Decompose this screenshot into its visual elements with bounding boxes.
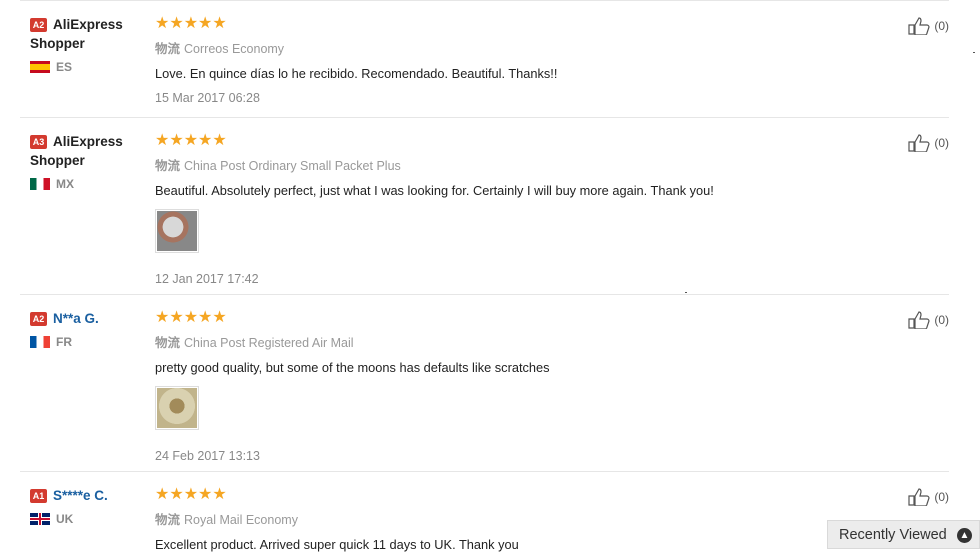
reviewer-info: A1 S****e C. UK bbox=[30, 486, 145, 526]
review-text: pretty good quality, but some of the moo… bbox=[155, 360, 550, 375]
reviewer-info: A2 AliExpress Shopper ES bbox=[30, 15, 145, 74]
shipping-label: 物流 bbox=[155, 42, 181, 56]
review-text: Excellent product. Arrived super quick 1… bbox=[155, 537, 519, 552]
shipping-label: 物流 bbox=[155, 159, 181, 173]
like-count: (0) bbox=[934, 136, 949, 150]
star-rating: ★★★★★ bbox=[155, 15, 227, 32]
artifact-dot bbox=[685, 292, 687, 293]
reviewer-country: MX bbox=[30, 177, 145, 191]
country-code: MX bbox=[56, 177, 74, 191]
like-button[interactable]: (0) bbox=[908, 311, 949, 329]
recently-viewed-panel[interactable]: Recently Viewed ▲ bbox=[827, 520, 980, 549]
shipping-method: 物流 China Post Registered Air Mail bbox=[155, 332, 855, 351]
review-text: Love. En quince días lo he recibido. Rec… bbox=[155, 66, 558, 81]
review-item: A2 AliExpress Shopper ES ★★★★★ 物流 Correos … bbox=[20, 0, 949, 118]
review-text: Beautiful. Absolutely perfect, just what… bbox=[155, 183, 714, 198]
country-code: UK bbox=[56, 512, 74, 526]
shipping-value: China Post Registered Air Mail bbox=[184, 336, 354, 350]
like-count: (0) bbox=[934, 19, 949, 33]
mexico-flag-icon bbox=[30, 178, 50, 190]
star-rating: ★★★★★ bbox=[155, 309, 227, 326]
thumbs-up-icon bbox=[908, 134, 930, 152]
reviewer-name-text: S****e C. bbox=[53, 488, 108, 503]
level-badge: A3 bbox=[30, 135, 47, 149]
review-photo-image bbox=[157, 388, 197, 428]
reviewer-info: A2 N**a G. FR bbox=[30, 309, 145, 349]
level-badge: A1 bbox=[30, 489, 47, 503]
shipping-method: 物流 Correos Economy bbox=[155, 38, 855, 57]
uk-flag-icon bbox=[30, 513, 50, 525]
thumbs-up-icon bbox=[908, 311, 930, 329]
shipping-method: 物流 Royal Mail Economy bbox=[155, 509, 855, 528]
recently-viewed-label: Recently Viewed bbox=[839, 526, 947, 543]
reviewer-name: A3 AliExpress Shopper bbox=[30, 132, 145, 170]
france-flag-icon bbox=[30, 336, 50, 348]
spain-flag-icon bbox=[30, 61, 50, 73]
shipping-value: China Post Ordinary Small Packet Plus bbox=[184, 159, 401, 173]
level-badge: A2 bbox=[30, 18, 47, 32]
shipping-label: 物流 bbox=[155, 336, 181, 350]
chevron-up-icon[interactable]: ▲ bbox=[957, 528, 972, 543]
country-code: ES bbox=[56, 60, 73, 74]
reviewer-info: A3 AliExpress Shopper MX bbox=[30, 132, 145, 191]
artifact-dot bbox=[973, 52, 975, 53]
like-button[interactable]: (0) bbox=[908, 488, 949, 506]
reviewer-country: ES bbox=[30, 60, 145, 74]
review-content: ★★★★★ 物流 Royal Mail Economy Excellent pro… bbox=[155, 486, 855, 552]
reviewer-country: UK bbox=[30, 512, 145, 526]
thumbs-up-icon bbox=[908, 488, 930, 506]
like-button[interactable]: (0) bbox=[908, 134, 949, 152]
review-photo[interactable] bbox=[155, 386, 199, 430]
thumbs-up-icon bbox=[908, 17, 930, 35]
review-content: ★★★★★ 物流 China Post Registered Air Mail p… bbox=[155, 309, 855, 463]
reviewer-name[interactable]: A1 S****e C. bbox=[30, 486, 145, 505]
shipping-method: 物流 China Post Ordinary Small Packet Plus bbox=[155, 155, 855, 174]
review-photo-image bbox=[157, 211, 197, 251]
like-button[interactable]: (0) bbox=[908, 17, 949, 35]
review-photo[interactable] bbox=[155, 209, 199, 253]
review-item: A2 N**a G. FR ★★★★★ 物流 China Post Register… bbox=[20, 294, 949, 472]
level-badge: A2 bbox=[30, 312, 47, 326]
country-code: FR bbox=[56, 335, 72, 349]
reviewer-name-text: N**a G. bbox=[53, 311, 99, 326]
review-item: A1 S****e C. UK ★★★★★ 物流 Royal Mail Econom… bbox=[20, 471, 949, 552]
review-date: 15 Mar 2017 06:28 bbox=[155, 91, 260, 105]
star-rating: ★★★★★ bbox=[155, 132, 227, 149]
shipping-value: Royal Mail Economy bbox=[184, 513, 298, 527]
star-rating: ★★★★★ bbox=[155, 486, 227, 503]
shipping-value: Correos Economy bbox=[184, 42, 285, 56]
shipping-label: 物流 bbox=[155, 513, 181, 527]
like-count: (0) bbox=[934, 313, 949, 327]
review-date: 12 Jan 2017 17:42 bbox=[155, 272, 259, 286]
reviewer-name: A2 AliExpress Shopper bbox=[30, 15, 145, 53]
like-count: (0) bbox=[934, 490, 949, 504]
reviewer-name[interactable]: A2 N**a G. bbox=[30, 309, 145, 328]
review-date: 24 Feb 2017 13:13 bbox=[155, 449, 260, 463]
review-content: ★★★★★ 物流 China Post Ordinary Small Packet… bbox=[155, 132, 855, 286]
review-item: A3 AliExpress Shopper MX ★★★★★ 物流 China Po… bbox=[20, 117, 949, 295]
reviewer-country: FR bbox=[30, 335, 145, 349]
review-content: ★★★★★ 物流 Correos Economy Love. En quince … bbox=[155, 15, 855, 105]
